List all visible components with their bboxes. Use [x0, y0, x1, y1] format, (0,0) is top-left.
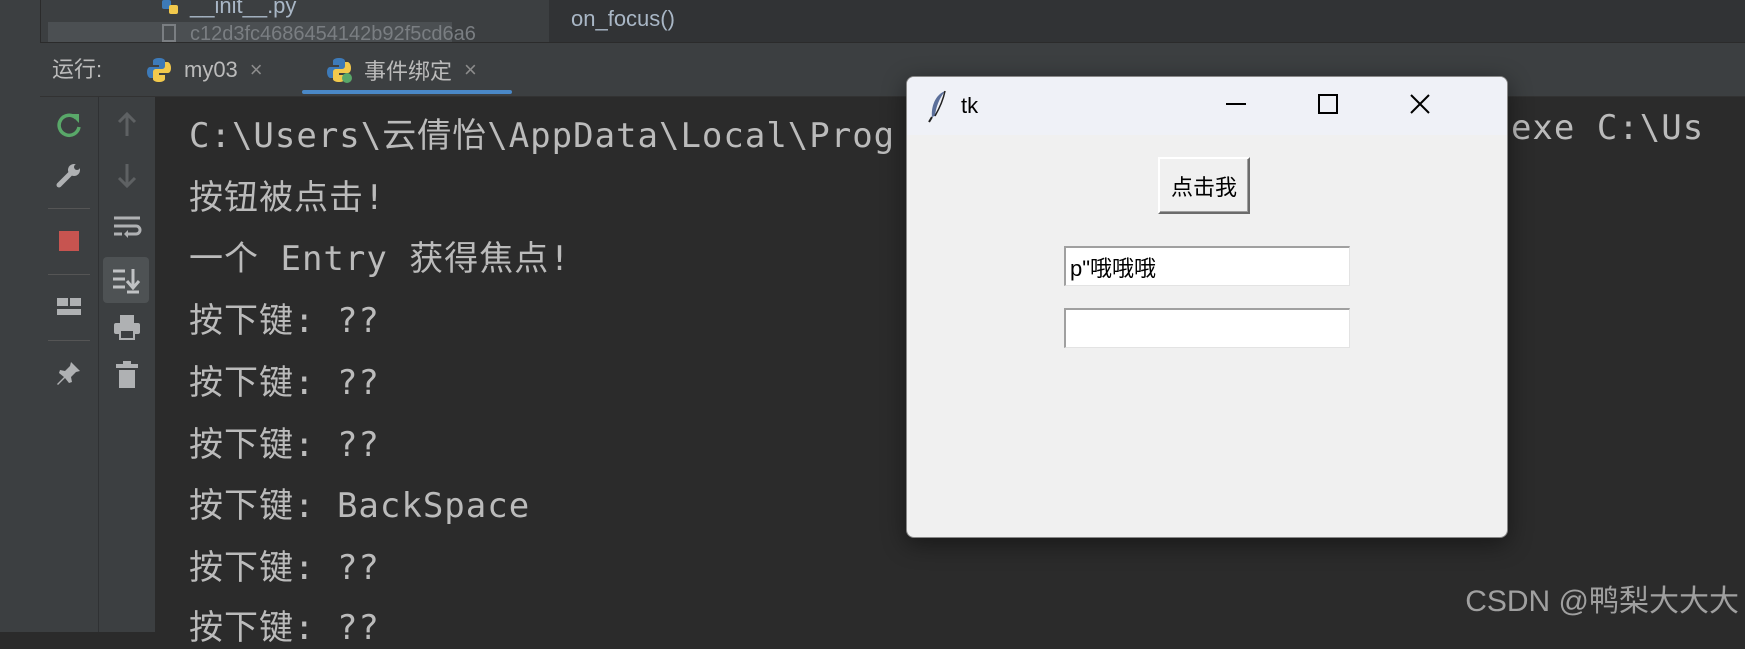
console-line: 一个 Entry 获得焦点! [189, 239, 571, 279]
soft-wrap-icon[interactable] [107, 207, 147, 247]
down-arrow-icon[interactable] [107, 155, 147, 195]
file-tree-item-init[interactable]: __init__.py [190, 0, 296, 17]
entry-field-1[interactable] [1064, 246, 1350, 286]
trash-icon[interactable] [107, 355, 147, 395]
structure-item-on-focus[interactable]: on_focus() [571, 5, 675, 33]
watermark: CSDN @鸭梨大大大 [1465, 585, 1739, 618]
console-line: 按下键: ?? [189, 425, 380, 465]
toolbar-divider [48, 274, 90, 275]
stop-icon[interactable] [49, 221, 89, 261]
tk-titlebar[interactable]: tk [907, 77, 1507, 135]
run-toolbar-secondary [99, 97, 156, 632]
console-line: 按下键: ?? [189, 608, 380, 648]
toolbar-divider [48, 208, 90, 209]
close-icon[interactable]: × [250, 57, 263, 83]
console-line: 按下键: ?? [189, 363, 380, 403]
tab-event-binding[interactable]: 事件绑定 × [326, 48, 477, 92]
maximize-icon[interactable] [1293, 81, 1363, 127]
run-label: 运行: [52, 57, 103, 82]
console-line: 按下键: ?? [189, 301, 380, 341]
close-icon[interactable]: × [464, 57, 477, 83]
click-me-button[interactable]: 点击我 [1158, 157, 1250, 214]
feather-icon [927, 89, 949, 128]
rerun-icon[interactable] [49, 105, 89, 145]
up-arrow-icon[interactable] [107, 105, 147, 145]
print-icon[interactable] [107, 307, 147, 347]
tab-my03-label: my03 [184, 57, 238, 82]
console-line: 按下键: BackSpace [189, 486, 531, 526]
file-tree-item-hash[interactable]: c12d3fc4686454142b92f5cd6a6 [190, 24, 548, 44]
scroll-to-end-icon[interactable] [103, 257, 149, 303]
tab-my03[interactable]: my03 × [146, 48, 263, 92]
console-line: C:\Users\云倩怡\AppData\Local\Prog [189, 116, 896, 156]
console-line: 按下键: ?? [189, 548, 380, 588]
python-icon [146, 57, 172, 83]
pin-icon[interactable] [49, 353, 89, 393]
layout-icon[interactable] [49, 287, 89, 327]
close-icon[interactable] [1385, 81, 1455, 127]
tab-event-binding-label: 事件绑定 [364, 59, 453, 84]
left-tool-strip [0, 0, 41, 632]
entry-field-2[interactable] [1064, 308, 1350, 348]
tk-window-title: tk [961, 93, 979, 118]
active-tab-indicator [302, 90, 512, 94]
wrench-icon[interactable] [49, 155, 89, 195]
console-line: 按钮被点击! [189, 178, 386, 218]
minimize-icon[interactable] [1201, 81, 1271, 127]
python-run-icon [326, 57, 352, 83]
toolbar-divider [48, 340, 90, 341]
structure-panel [549, 0, 1745, 42]
run-toolbar-primary [40, 97, 99, 632]
tk-window: tk 点击我 [906, 76, 1508, 538]
file-icon [162, 24, 176, 42]
python-file-icon [162, 0, 180, 14]
